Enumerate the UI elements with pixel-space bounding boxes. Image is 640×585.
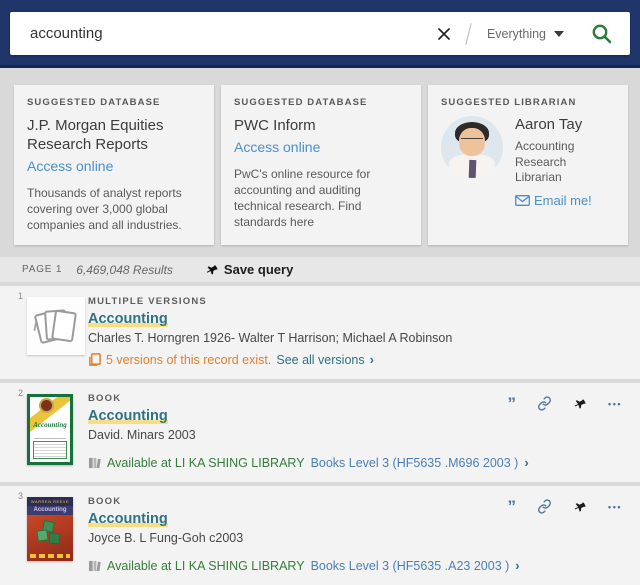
email-me-label: Email me! (534, 192, 592, 208)
result-number: 2 (18, 388, 24, 399)
save-query-label: Save query (223, 262, 294, 278)
record-title-link[interactable]: Accounting (88, 408, 168, 425)
permalink-button[interactable] (537, 499, 552, 514)
citation-button[interactable]: ” (508, 498, 517, 515)
pin-icon (571, 395, 589, 413)
results-toolbar: PAGE 1 6,469,048 Results Save query (0, 257, 640, 283)
record-byline: Joyce B. L Fung-Goh c2003 (88, 531, 244, 546)
search-button[interactable] (580, 20, 618, 48)
pin-icon (203, 261, 220, 278)
librarian-name: Aaron Tay (515, 116, 583, 133)
chevron-right-icon: › (515, 558, 520, 574)
record-title-link[interactable]: Accounting (88, 311, 168, 328)
location-link[interactable]: Books Level 3 (HF5635 .M696 2003 ) (311, 456, 519, 470)
ellipsis-icon: ••• (608, 501, 622, 512)
card-label: SUGGESTED DATABASE (234, 97, 368, 108)
clear-search-button[interactable] (432, 22, 456, 46)
database-title: J.P. Morgan Equities Research Reports (27, 117, 164, 153)
save-query-button[interactable]: Save query (205, 262, 293, 277)
suggested-database-card-jpmorgan: SUGGESTED DATABASE J.P. Morgan Equities … (14, 85, 214, 246)
availability-link[interactable]: Available at LI KA SHING LIBRARY (107, 559, 305, 573)
pin-record-button[interactable] (573, 500, 587, 514)
cover-title: Accounting (33, 421, 67, 430)
librarian-avatar (441, 116, 503, 178)
scope-label: Everything (486, 26, 546, 41)
result-number: 1 (18, 291, 24, 302)
chevron-down-icon (554, 30, 564, 37)
versions-count-text: 5 versions of this record exist. (106, 352, 272, 367)
result-number: 3 (18, 491, 24, 502)
access-online-link[interactable]: Access online (234, 139, 320, 155)
database-description: Thousands of analyst reports covering ov… (27, 185, 182, 232)
more-actions-button[interactable]: ••• (608, 502, 622, 512)
search-icon (590, 22, 614, 46)
link-icon (537, 499, 552, 514)
record-title-link[interactable]: Accounting (88, 511, 168, 528)
result-row-3: 3 WARREN REEVE FESS Accounting BOOK Acco… (0, 486, 640, 585)
record-type-label: MULTIPLE VERSIONS (88, 296, 207, 308)
ellipsis-icon: ••• (608, 398, 622, 409)
multiple-versions-thumbnail[interactable] (27, 297, 85, 356)
book-icon (88, 560, 101, 572)
availability-link[interactable]: Available at LI KA SHING LIBRARY (107, 456, 305, 470)
record-byline: David. Minars 2003 (88, 428, 196, 443)
record-byline: Charles T. Horngren 1926- Walter T Harri… (88, 331, 453, 346)
chevron-right-icon: › (369, 352, 374, 368)
cover-top-text: WARREN REEVE FESS (27, 497, 73, 507)
close-icon (436, 26, 452, 42)
pin-icon (571, 498, 589, 516)
page-indicator: PAGE 1 (22, 264, 63, 276)
search-input[interactable] (10, 25, 432, 42)
access-online-link[interactable]: Access online (27, 158, 113, 174)
divider (465, 22, 472, 45)
top-header: Everything (0, 0, 640, 68)
results-count: 6,469,048 Results (76, 262, 173, 277)
book-icon (88, 457, 101, 469)
permalink-button[interactable] (537, 396, 552, 411)
link-icon (537, 396, 552, 411)
see-all-versions-link[interactable]: See all versions (276, 353, 364, 367)
card-label: SUGGESTED DATABASE (27, 97, 161, 108)
search-bar: Everything (10, 12, 630, 55)
quote-icon: ” (507, 497, 517, 517)
suggestions-section: SUGGESTED DATABASE J.P. Morgan Equities … (0, 68, 640, 255)
quote-icon: ” (507, 394, 517, 414)
search-scope-dropdown[interactable]: Everything (481, 23, 570, 45)
card-label: SUGGESTED LIBRARIAN (441, 97, 577, 108)
pin-record-button[interactable] (573, 397, 587, 411)
suggested-database-card-pwc: SUGGESTED DATABASE PWC Inform Access onl… (221, 85, 421, 246)
versions-icon (88, 353, 101, 366)
result-row-1: 1 MULTIPLE VERSIONS Accounting Charles T… (0, 286, 640, 380)
email-me-link[interactable]: Email me! (515, 193, 615, 208)
database-title: PWC Inform (234, 117, 316, 134)
chevron-right-icon: › (524, 455, 529, 471)
cover-title: Accounting (27, 506, 73, 516)
book-cover-thumbnail[interactable]: WARREN REEVE FESS Accounting (27, 497, 73, 562)
database-description: PwC's online resource for accounting and… (234, 166, 371, 230)
location-link[interactable]: Books Level 3 (HF5635 .A23 2003 ) (311, 559, 510, 573)
more-actions-button[interactable]: ••• (608, 399, 622, 409)
stacked-records-icon (27, 297, 85, 356)
book-cover-thumbnail[interactable]: Accounting (27, 394, 73, 466)
librarian-role: Accounting Research Librarian (515, 139, 575, 185)
suggested-librarian-card: SUGGESTED LIBRARIAN Aaron Tay Accounting… (428, 85, 628, 246)
citation-button[interactable]: ” (508, 395, 517, 412)
result-row-2: 2 Accounting BOOK Accounting David. Mina… (0, 383, 640, 483)
envelope-icon (515, 194, 530, 206)
